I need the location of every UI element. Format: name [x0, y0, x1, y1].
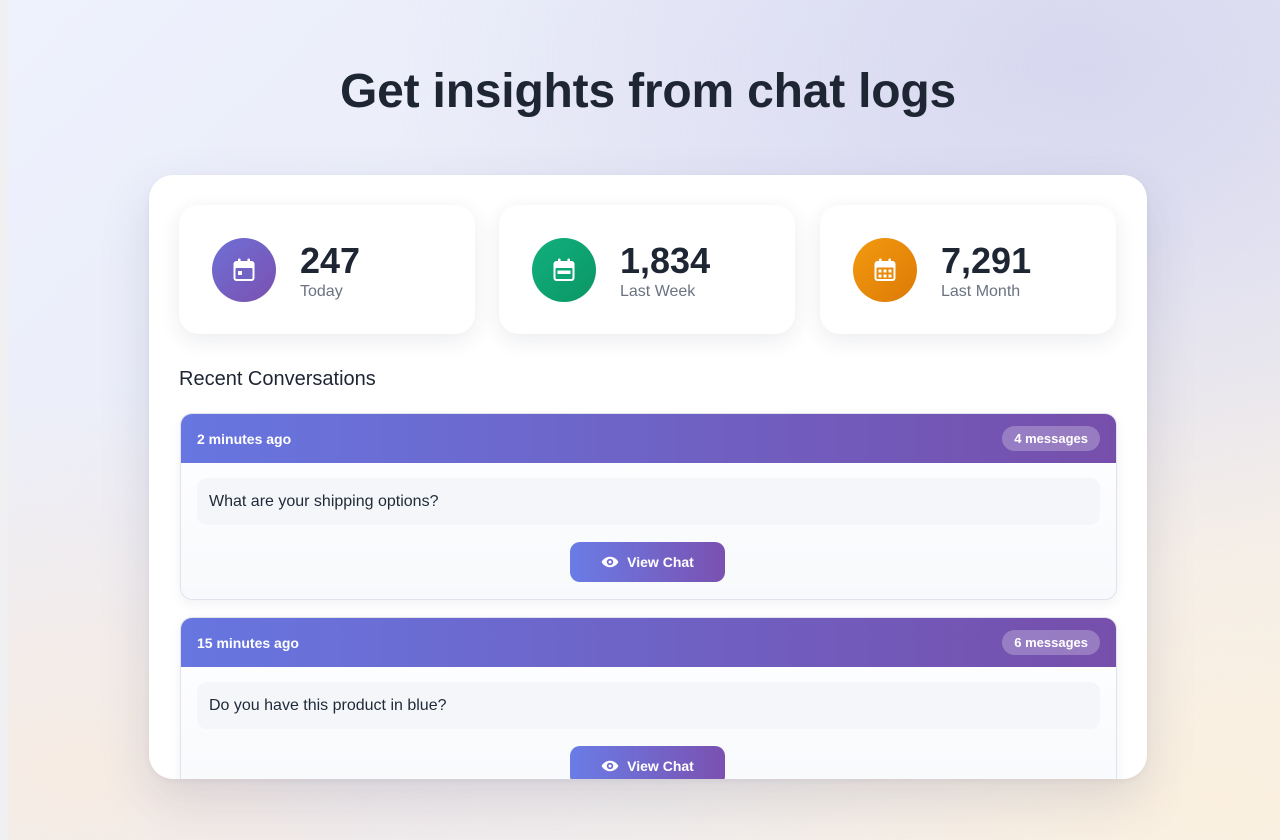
conversation-header: 15 minutes ago 6 messages — [181, 618, 1116, 667]
conversation-header: 2 minutes ago 4 messages — [181, 414, 1116, 463]
view-chat-label: View Chat — [627, 758, 694, 774]
view-chat-button[interactable]: View Chat — [570, 746, 725, 779]
window-edge — [0, 0, 8, 840]
stat-card-last-month: 7,291 Last Month — [820, 205, 1116, 334]
stat-card-last-week: 1,834 Last Week — [499, 205, 795, 334]
message-count-badge: 4 messages — [1002, 426, 1100, 451]
stat-label: Today — [300, 283, 343, 300]
view-chat-label: View Chat — [627, 554, 694, 570]
conversation-question: What are your shipping options? — [197, 478, 1100, 525]
insights-panel: 247 Today 1,834 Last Week 7,291 Last Mon… — [149, 175, 1147, 779]
calendar-month-icon — [853, 238, 917, 302]
calendar-day-icon — [212, 238, 276, 302]
message-count-badge: 6 messages — [1002, 630, 1100, 655]
stat-value: 1,834 — [620, 240, 711, 281]
stat-card-today: 247 Today — [179, 205, 475, 334]
calendar-week-icon — [532, 238, 596, 302]
conversation-body: What are your shipping options? View Cha… — [181, 463, 1116, 599]
section-title: Recent Conversations — [179, 368, 376, 390]
conversation-card: 15 minutes ago 6 messages Do you have th… — [180, 617, 1117, 779]
conversation-time: 2 minutes ago — [197, 431, 292, 447]
stat-label: Last Week — [620, 283, 696, 300]
view-chat-button[interactable]: View Chat — [570, 542, 725, 582]
stat-value: 7,291 — [941, 240, 1032, 281]
eye-icon — [601, 553, 619, 571]
page-title: Get insights from chat logs — [340, 65, 956, 118]
stat-label: Last Month — [941, 283, 1021, 300]
conversation-card: 2 minutes ago 4 messages What are your s… — [180, 413, 1117, 600]
conversation-question: Do you have this product in blue? — [197, 682, 1100, 729]
conversation-body: Do you have this product in blue? View C… — [181, 667, 1116, 779]
eye-icon — [601, 757, 619, 775]
stat-value: 247 — [300, 240, 361, 281]
conversation-time: 15 minutes ago — [197, 635, 299, 651]
